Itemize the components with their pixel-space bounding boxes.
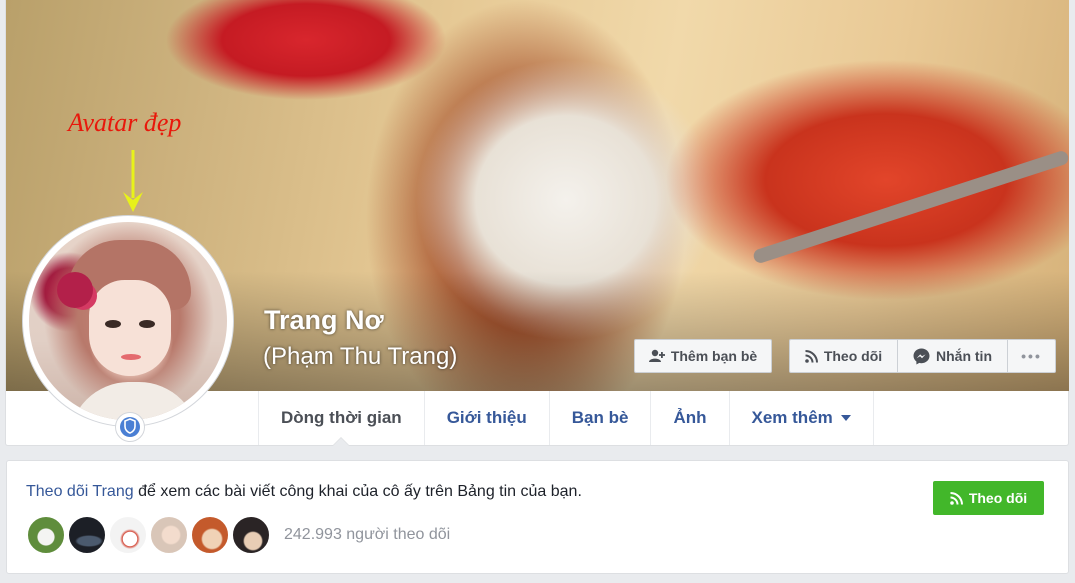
message-button[interactable]: Nhắn tin <box>898 340 1008 372</box>
follow-green-label: Theo dõi <box>968 490 1028 506</box>
tab-timeline[interactable]: Dòng thời gian <box>258 391 424 446</box>
profile-alternate-name: (Phạm Thu Trang) <box>263 343 458 370</box>
profile-picture-frame <box>22 215 234 427</box>
arrow-down-icon <box>123 150 143 212</box>
tab-photos[interactable]: Ảnh <box>650 391 728 445</box>
follow-label: Theo dõi <box>823 348 883 364</box>
followers-row: 242.993 người theo dõi <box>26 515 450 555</box>
add-friend-button[interactable]: Thêm bạn bè <box>634 339 772 373</box>
shield-icon <box>124 418 136 434</box>
follow-prompt-card: Theo dõi Trang để xem các bài viết công … <box>6 460 1069 574</box>
messenger-icon <box>913 348 930 364</box>
tab-about-label: Giới thiệu <box>446 408 527 427</box>
follower-avatar[interactable] <box>149 515 189 555</box>
avatar-detail <box>139 320 155 328</box>
rss-icon <box>950 491 963 505</box>
annotation-label: Avatar đẹp <box>68 108 182 137</box>
more-options-button[interactable]: ••• <box>1008 340 1055 372</box>
follower-avatar[interactable] <box>67 515 107 555</box>
follow-green-button[interactable]: Theo dõi <box>933 481 1044 515</box>
profile-nav: Dòng thời gian Giới thiệu Bạn bè Ảnh Xem… <box>258 391 874 446</box>
avatar-detail <box>121 354 141 360</box>
tab-friends-label: Bạn bè <box>571 408 629 427</box>
follower-avatar[interactable] <box>190 515 230 555</box>
follower-avatar[interactable] <box>231 515 271 555</box>
cover-action-group: Theo dõi Nhắn tin ••• <box>789 339 1056 373</box>
add-friend-label: Thêm bạn bè <box>670 348 758 364</box>
follower-avatar[interactable] <box>26 515 66 555</box>
tab-more[interactable]: Xem thêm <box>728 391 874 445</box>
follower-avatar[interactable] <box>108 515 148 555</box>
tab-photos-label: Ảnh <box>673 408 707 427</box>
follow-button[interactable]: Theo dõi <box>790 340 898 372</box>
follow-prompt-rest: để xem các bài viết công khai của cô ấy … <box>133 483 582 500</box>
tab-more-label: Xem thêm <box>751 408 833 427</box>
add-friend-icon <box>648 349 665 362</box>
follow-prompt-text: Theo dõi Trang để xem các bài viết công … <box>26 483 582 501</box>
follow-name-link[interactable]: Theo dõi Trang <box>26 483 134 500</box>
rss-icon <box>805 349 818 363</box>
tab-about[interactable]: Giới thiệu <box>423 391 549 445</box>
profile-name[interactable]: Trang Nơ <box>264 305 384 336</box>
avatar-detail <box>105 320 121 328</box>
profile-picture[interactable] <box>29 222 227 420</box>
more-dots-icon: ••• <box>1021 348 1042 364</box>
cover-photo-detail <box>751 149 1069 265</box>
tab-friends[interactable]: Bạn bè <box>548 391 651 445</box>
caret-down-icon <box>840 415 851 421</box>
profile-guard-badge[interactable] <box>115 412 145 442</box>
followers-count[interactable]: 242.993 người theo dõi <box>284 526 450 544</box>
avatar-detail <box>57 272 93 308</box>
message-label: Nhắn tin <box>936 348 992 364</box>
tab-timeline-label: Dòng thời gian <box>281 408 402 427</box>
avatar-detail <box>89 280 171 376</box>
